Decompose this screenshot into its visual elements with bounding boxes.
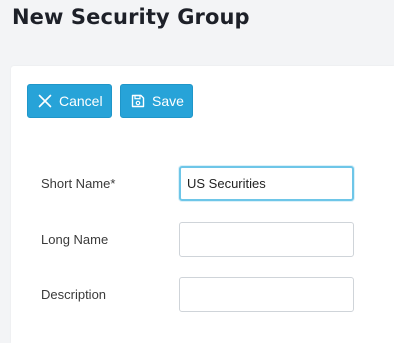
- cancel-button[interactable]: Cancel: [27, 84, 112, 118]
- save-button-label: Save: [152, 93, 184, 109]
- page-title: New Security Group: [12, 5, 250, 29]
- short-name-input[interactable]: [179, 166, 354, 201]
- save-button[interactable]: Save: [120, 84, 193, 118]
- short-name-label: Short Name*: [41, 176, 116, 191]
- description-label: Description: [41, 287, 107, 302]
- long-name-label: Long Name: [41, 232, 109, 247]
- form-row-short-name: Short Name*: [11, 166, 394, 201]
- form-row-long-name: Long Name: [11, 222, 394, 257]
- save-icon: [130, 93, 146, 109]
- close-icon: [37, 93, 53, 109]
- long-name-input[interactable]: [179, 222, 354, 257]
- form-row-description: Description: [11, 277, 394, 312]
- toolbar: Cancel Save: [27, 84, 193, 118]
- form-card: Cancel Save Short Name* Long Name Descri…: [11, 66, 394, 343]
- description-input[interactable]: [179, 277, 354, 312]
- cancel-button-label: Cancel: [59, 93, 103, 109]
